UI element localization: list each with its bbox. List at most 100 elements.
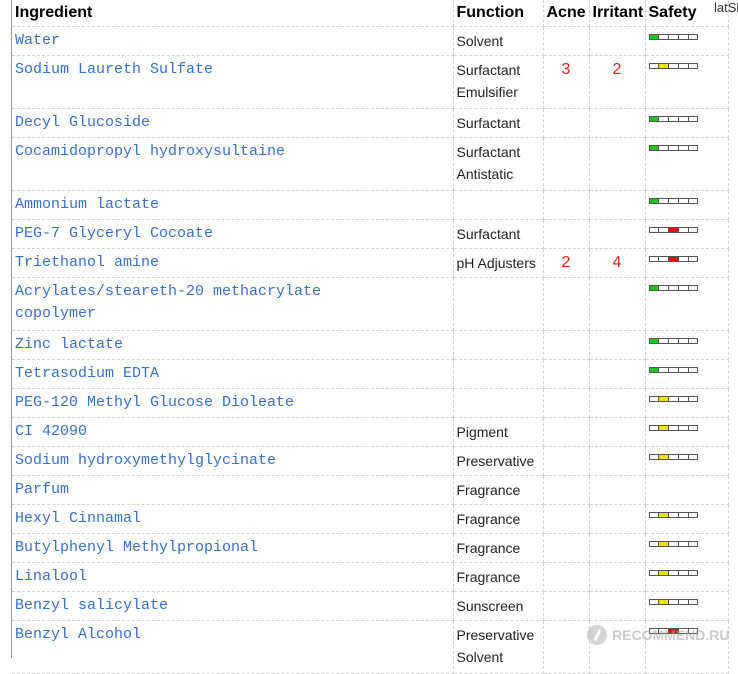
ingredient-link[interactable]: Sodium Laureth Sulfate xyxy=(15,61,213,78)
safety-segment xyxy=(687,396,699,402)
function-cell: Preservative Solvent xyxy=(453,620,544,674)
acne-rating xyxy=(543,475,590,505)
function-label: Antistatic xyxy=(456,166,514,182)
header-acne[interactable]: Acne xyxy=(543,0,590,27)
function-label: Surfactant xyxy=(456,115,521,131)
function-cell: Solvent xyxy=(453,26,544,56)
safety-meter xyxy=(648,116,699,122)
ingredient-cell: Hexyl Cinnamal xyxy=(12,504,454,534)
function-cell: Fragrance xyxy=(453,504,544,534)
safety-segment xyxy=(687,338,699,344)
ingredient-cell: PEG-120 Methyl Glucose Dioleate xyxy=(12,388,454,418)
safety-cell xyxy=(645,55,729,109)
safety-cell xyxy=(645,108,729,138)
ingredient-link[interactable]: Benzyl salicylate xyxy=(15,597,168,614)
ingredient-cell: Acrylates/steareth-20 methacrylate copol… xyxy=(12,277,454,331)
table-row: PEG-7 Glyceryl Cocoate Surfactant xyxy=(12,219,729,249)
safety-cell xyxy=(645,359,729,389)
ingredient-link[interactable]: Water xyxy=(15,32,60,49)
safety-cell xyxy=(645,248,729,278)
function-label: Surfactant xyxy=(456,226,521,242)
ingredient-link[interactable]: PEG-7 Glyceryl Cocoate xyxy=(15,225,213,242)
safety-cell xyxy=(645,26,729,56)
acne-rating xyxy=(543,417,590,447)
function-cell: Surfactant xyxy=(453,108,544,138)
acne-rating: 3 xyxy=(543,55,590,109)
ingredient-link[interactable]: Acrylates/steareth-20 methacrylate copol… xyxy=(15,283,321,322)
safety-meter xyxy=(648,256,699,262)
safety-segment xyxy=(687,599,699,605)
acne-rating xyxy=(543,108,590,138)
ingredient-link[interactable]: Cocamidopropyl hydroxysultaine xyxy=(15,143,285,160)
ingredient-link[interactable]: Zinc lactate xyxy=(15,336,123,353)
safety-cell xyxy=(645,446,729,476)
safety-meter xyxy=(648,425,699,431)
function-cell: Surfactant Antistatic xyxy=(453,137,544,191)
irritant-rating xyxy=(589,108,646,138)
ingredient-link[interactable]: Tetrasodium EDTA xyxy=(15,365,159,382)
safety-meter xyxy=(648,145,699,151)
irritant-rating xyxy=(589,388,646,418)
function-label: Solvent xyxy=(456,649,504,665)
safety-segment xyxy=(687,256,699,262)
acne-rating xyxy=(543,504,590,534)
function-cell: pH Adjusters xyxy=(453,248,544,278)
ingredient-link[interactable]: CI 42090 xyxy=(15,423,87,440)
ingredient-link[interactable]: Decyl Glucoside xyxy=(15,114,150,131)
ingredient-link[interactable]: Triethanol amine xyxy=(15,254,159,271)
ingredient-cell: PEG-7 Glyceryl Cocoate xyxy=(12,219,454,249)
ingredient-link[interactable]: Ammonium lactate xyxy=(15,196,159,213)
ingredient-link[interactable]: Parfum xyxy=(15,481,69,498)
ingredient-link[interactable]: Butylphenyl Methylpropional xyxy=(15,539,258,556)
safety-cell xyxy=(645,591,729,621)
safety-segment xyxy=(687,541,699,547)
ingredient-cell: Decyl Glucoside xyxy=(12,108,454,138)
acne-rating xyxy=(543,277,590,331)
safety-cell xyxy=(645,388,729,418)
acne-rating xyxy=(543,137,590,191)
table-row: Zinc lactate xyxy=(12,330,729,360)
ingredient-cell: Butylphenyl Methylpropional xyxy=(12,533,454,563)
safety-cell xyxy=(645,475,729,505)
table-row: Water Solvent xyxy=(12,26,729,56)
safety-cell xyxy=(645,190,729,220)
acne-rating xyxy=(543,219,590,249)
table-row: Sodium hydroxymethylglycinate Preservativ… xyxy=(12,446,729,476)
function-cell: Preservative xyxy=(453,446,544,476)
irritant-rating xyxy=(589,190,646,220)
acne-rating xyxy=(543,330,590,360)
acne-rating xyxy=(543,359,590,389)
safety-cell xyxy=(645,277,729,331)
watermark: RECOMMEND.RU xyxy=(587,622,732,648)
ingredient-link[interactable]: Linalool xyxy=(15,568,87,585)
function-cell xyxy=(453,190,544,220)
irritant-rating xyxy=(589,533,646,563)
header-ingredient[interactable]: Ingredient xyxy=(12,0,454,27)
ingredient-link[interactable]: PEG-120 Methyl Glucose Dioleate xyxy=(15,394,294,411)
safety-segment xyxy=(687,367,699,373)
function-cell: Surfactant xyxy=(453,219,544,249)
safety-segment xyxy=(687,198,699,204)
ingredient-link[interactable]: Hexyl Cinnamal xyxy=(15,510,141,527)
table-header-row: Ingredient Function Acne Irritant Safety xyxy=(12,0,729,27)
irritant-rating xyxy=(589,446,646,476)
acne-rating xyxy=(543,591,590,621)
irritant-rating xyxy=(589,475,646,505)
safety-segment xyxy=(687,145,699,151)
table-row: CI 42090 Pigment xyxy=(12,417,729,447)
safety-meter xyxy=(648,512,699,518)
ingredient-link[interactable]: Sodium hydroxymethylglycinate xyxy=(15,452,276,469)
safety-cell xyxy=(645,562,729,592)
safety-cell xyxy=(645,504,729,534)
ingredient-link[interactable]: Benzyl Alcohol xyxy=(15,626,141,643)
function-label: Pigment xyxy=(456,424,508,440)
function-label: pH Adjusters xyxy=(456,255,536,271)
function-cell xyxy=(453,277,544,331)
ingredient-cell: Tetrasodium EDTA xyxy=(12,359,454,389)
safety-segment xyxy=(687,63,699,69)
header-irritant[interactable]: Irritant xyxy=(589,0,646,27)
corner-tag: latShen xyxy=(714,0,738,15)
header-function[interactable]: Function xyxy=(453,0,544,27)
acne-rating xyxy=(543,388,590,418)
function-label: Emulsifier xyxy=(456,84,518,100)
